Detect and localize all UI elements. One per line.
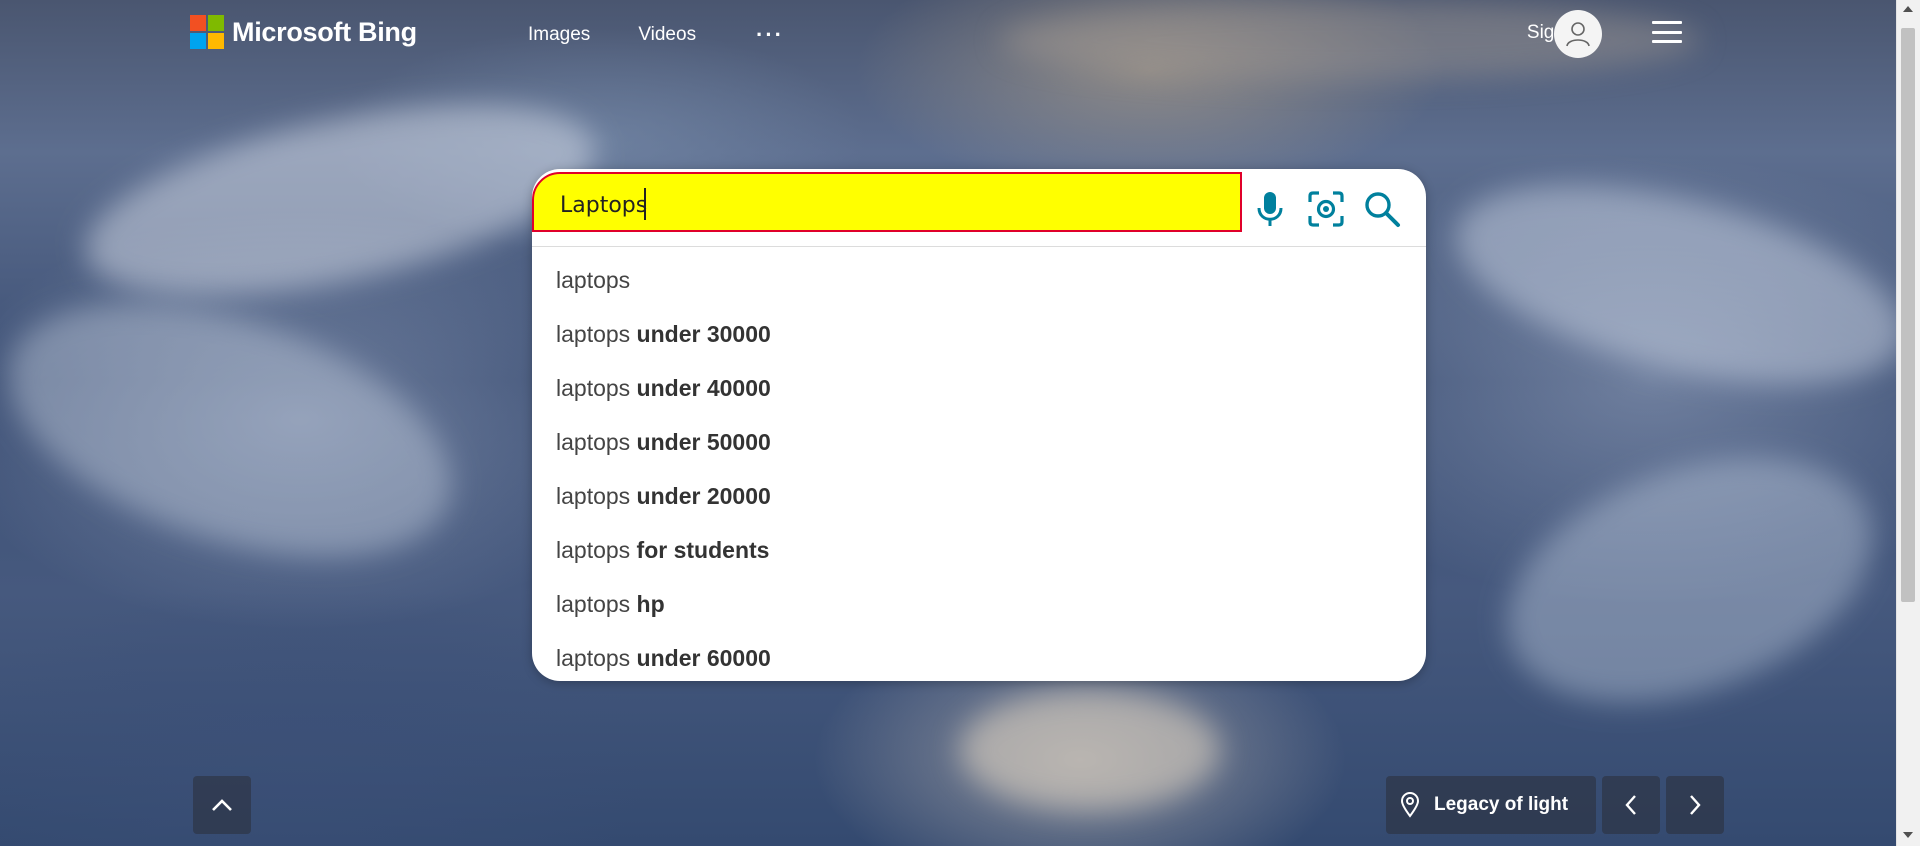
microphone-icon[interactable] <box>1248 187 1292 231</box>
text-caret <box>644 188 646 220</box>
page-scrollbar[interactable] <box>1896 0 1920 846</box>
visual-search-icon[interactable] <box>1304 187 1348 231</box>
nav-images[interactable]: Images <box>528 24 590 46</box>
brand-name: Microsoft Bing <box>232 16 417 47</box>
search-input[interactable] <box>558 184 1222 226</box>
location-pin-icon <box>1400 792 1420 818</box>
chevron-up-icon <box>212 799 232 811</box>
search-field-highlight[interactable] <box>532 172 1242 232</box>
nav-videos[interactable]: Videos <box>638 24 696 46</box>
microsoft-logo-icon <box>190 15 224 49</box>
scroll-up-button[interactable] <box>193 776 251 834</box>
suggestion-item[interactable]: laptops under 40000 <box>532 361 1426 415</box>
search-icon[interactable] <box>1360 187 1404 231</box>
search-divider <box>532 246 1426 247</box>
scroll-up-icon[interactable] <box>1903 6 1913 12</box>
suggestion-item[interactable]: laptops <box>532 253 1426 307</box>
user-icon[interactable] <box>1554 10 1602 58</box>
chevron-right-icon <box>1690 795 1701 815</box>
image-location-button[interactable]: Legacy of light <box>1386 776 1596 834</box>
image-info-bar: Legacy of light <box>1386 776 1724 834</box>
top-nav: Images Videos <box>528 24 696 46</box>
scroll-down-icon[interactable] <box>1903 832 1913 838</box>
bing-logo[interactable]: Microsoft Bing <box>190 15 417 49</box>
suggestion-item[interactable]: laptops for students <box>532 523 1426 577</box>
suggestion-item[interactable]: laptops under 30000 <box>532 307 1426 361</box>
image-location-title: Legacy of light <box>1434 794 1569 815</box>
suggestion-item[interactable]: laptops under 50000 <box>532 415 1426 469</box>
search-panel: laptops laptops under 30000 laptops unde… <box>532 169 1426 681</box>
hamburger-icon[interactable] <box>1652 21 1682 43</box>
suggestion-item[interactable]: laptops under 20000 <box>532 469 1426 523</box>
more-options-icon[interactable]: ··· <box>756 22 784 48</box>
suggestion-item[interactable]: laptops hp <box>532 577 1426 631</box>
chevron-left-icon <box>1625 795 1636 815</box>
next-image-button[interactable] <box>1666 776 1724 834</box>
scrollbar-thumb[interactable] <box>1901 28 1915 602</box>
suggestion-list: laptops laptops under 30000 laptops unde… <box>532 253 1426 681</box>
previous-image-button[interactable] <box>1602 776 1660 834</box>
suggestion-item[interactable]: laptops under 60000 <box>532 631 1426 681</box>
